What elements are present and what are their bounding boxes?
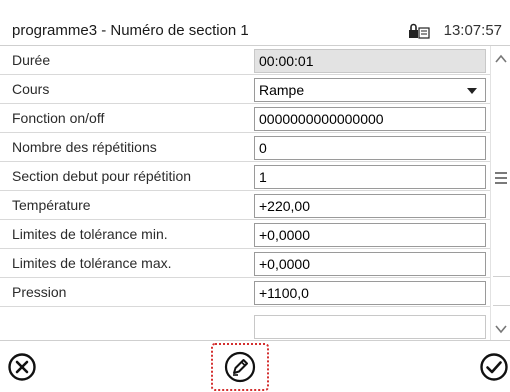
page-title: programme3 - Numéro de section 1: [12, 22, 249, 39]
scroll-grip-icon[interactable]: [495, 172, 507, 187]
onoff-function-field[interactable]: 0000000000000000: [254, 107, 486, 131]
tolerance-max-field[interactable]: +0,0000: [254, 252, 486, 276]
cancel-icon: [8, 353, 36, 381]
row-label: Section debut pour répétition: [12, 168, 192, 184]
row-label: Pression: [12, 284, 67, 300]
row-temperature: Température +220,00: [0, 191, 490, 220]
cancel-button[interactable]: [6, 351, 38, 383]
edit-icon: [224, 351, 256, 383]
parameter-list: Durée 00:00:01 Cours Rampe Fonction on/o…: [0, 46, 490, 340]
row-label: Nombre des répétitions: [12, 139, 157, 155]
repetitions-field[interactable]: 0: [254, 136, 486, 160]
scrollbar[interactable]: [490, 46, 510, 340]
duration-field: 00:00:01: [254, 49, 486, 73]
chevron-down-icon: [467, 88, 477, 94]
partial-field[interactable]: [254, 315, 486, 339]
row-tol-max: Limites de tolérance max. +0,0000: [0, 249, 490, 278]
row-tol-min: Limites de tolérance min. +0,0000: [0, 220, 490, 249]
footer-toolbar: [0, 340, 510, 392]
row-partial: [0, 307, 490, 339]
row-pression: Pression +1100,0: [0, 278, 490, 307]
row-fonction: Fonction on/off 0000000000000000: [0, 104, 490, 133]
row-duree: Durée 00:00:01: [0, 46, 490, 75]
confirm-button[interactable]: [478, 351, 508, 383]
row-section-debut: Section debut pour répétition 1: [0, 162, 490, 191]
edit-button[interactable]: [211, 343, 269, 391]
row-repetitions: Nombre des répétitions 0: [0, 133, 490, 162]
chevron-down-icon[interactable]: [495, 324, 507, 334]
confirm-icon: [480, 353, 508, 381]
temperature-field[interactable]: +220,00: [254, 194, 486, 218]
scroll-thumb[interactable]: [493, 276, 510, 306]
row-label: Cours: [12, 81, 50, 97]
row-label: Limites de tolérance max.: [12, 255, 172, 271]
title-bar: programme3 - Numéro de section 1 13:07:5…: [0, 19, 510, 46]
start-section-field[interactable]: 1: [254, 165, 486, 189]
chevron-up-icon[interactable]: [495, 54, 507, 64]
row-label: Fonction on/off: [12, 110, 105, 126]
lock-icon: [409, 23, 430, 39]
row-cours: Cours Rampe: [0, 75, 490, 104]
pressure-field[interactable]: +1100,0: [254, 281, 486, 305]
course-select-value: Rampe: [259, 82, 305, 98]
clock: 13:07:57: [443, 22, 502, 39]
row-label: Température: [12, 197, 91, 213]
course-select[interactable]: Rampe: [254, 78, 486, 102]
row-label: Limites de tolérance min.: [12, 226, 168, 242]
row-label: Durée: [12, 52, 51, 68]
tolerance-min-field[interactable]: +0,0000: [254, 223, 486, 247]
